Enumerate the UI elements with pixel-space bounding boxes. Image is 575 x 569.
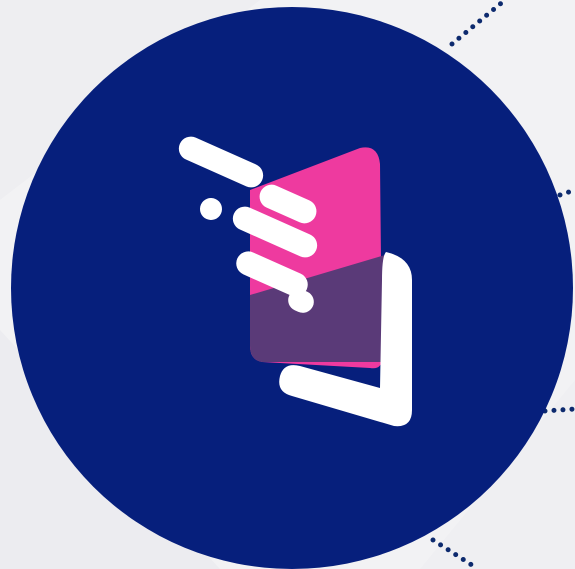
dotted-line-upper-right [557, 187, 575, 198]
dotted-line-bottom [430, 537, 481, 569]
fast-delivery-phone-logo-icon [178, 136, 412, 427]
speed-streak-3 [200, 198, 222, 220]
speed-streak-1 [178, 136, 264, 188]
logo-graphic [0, 0, 575, 569]
dotted-line-top [449, 0, 508, 47]
dotted-line-lower-right [542, 406, 575, 414]
